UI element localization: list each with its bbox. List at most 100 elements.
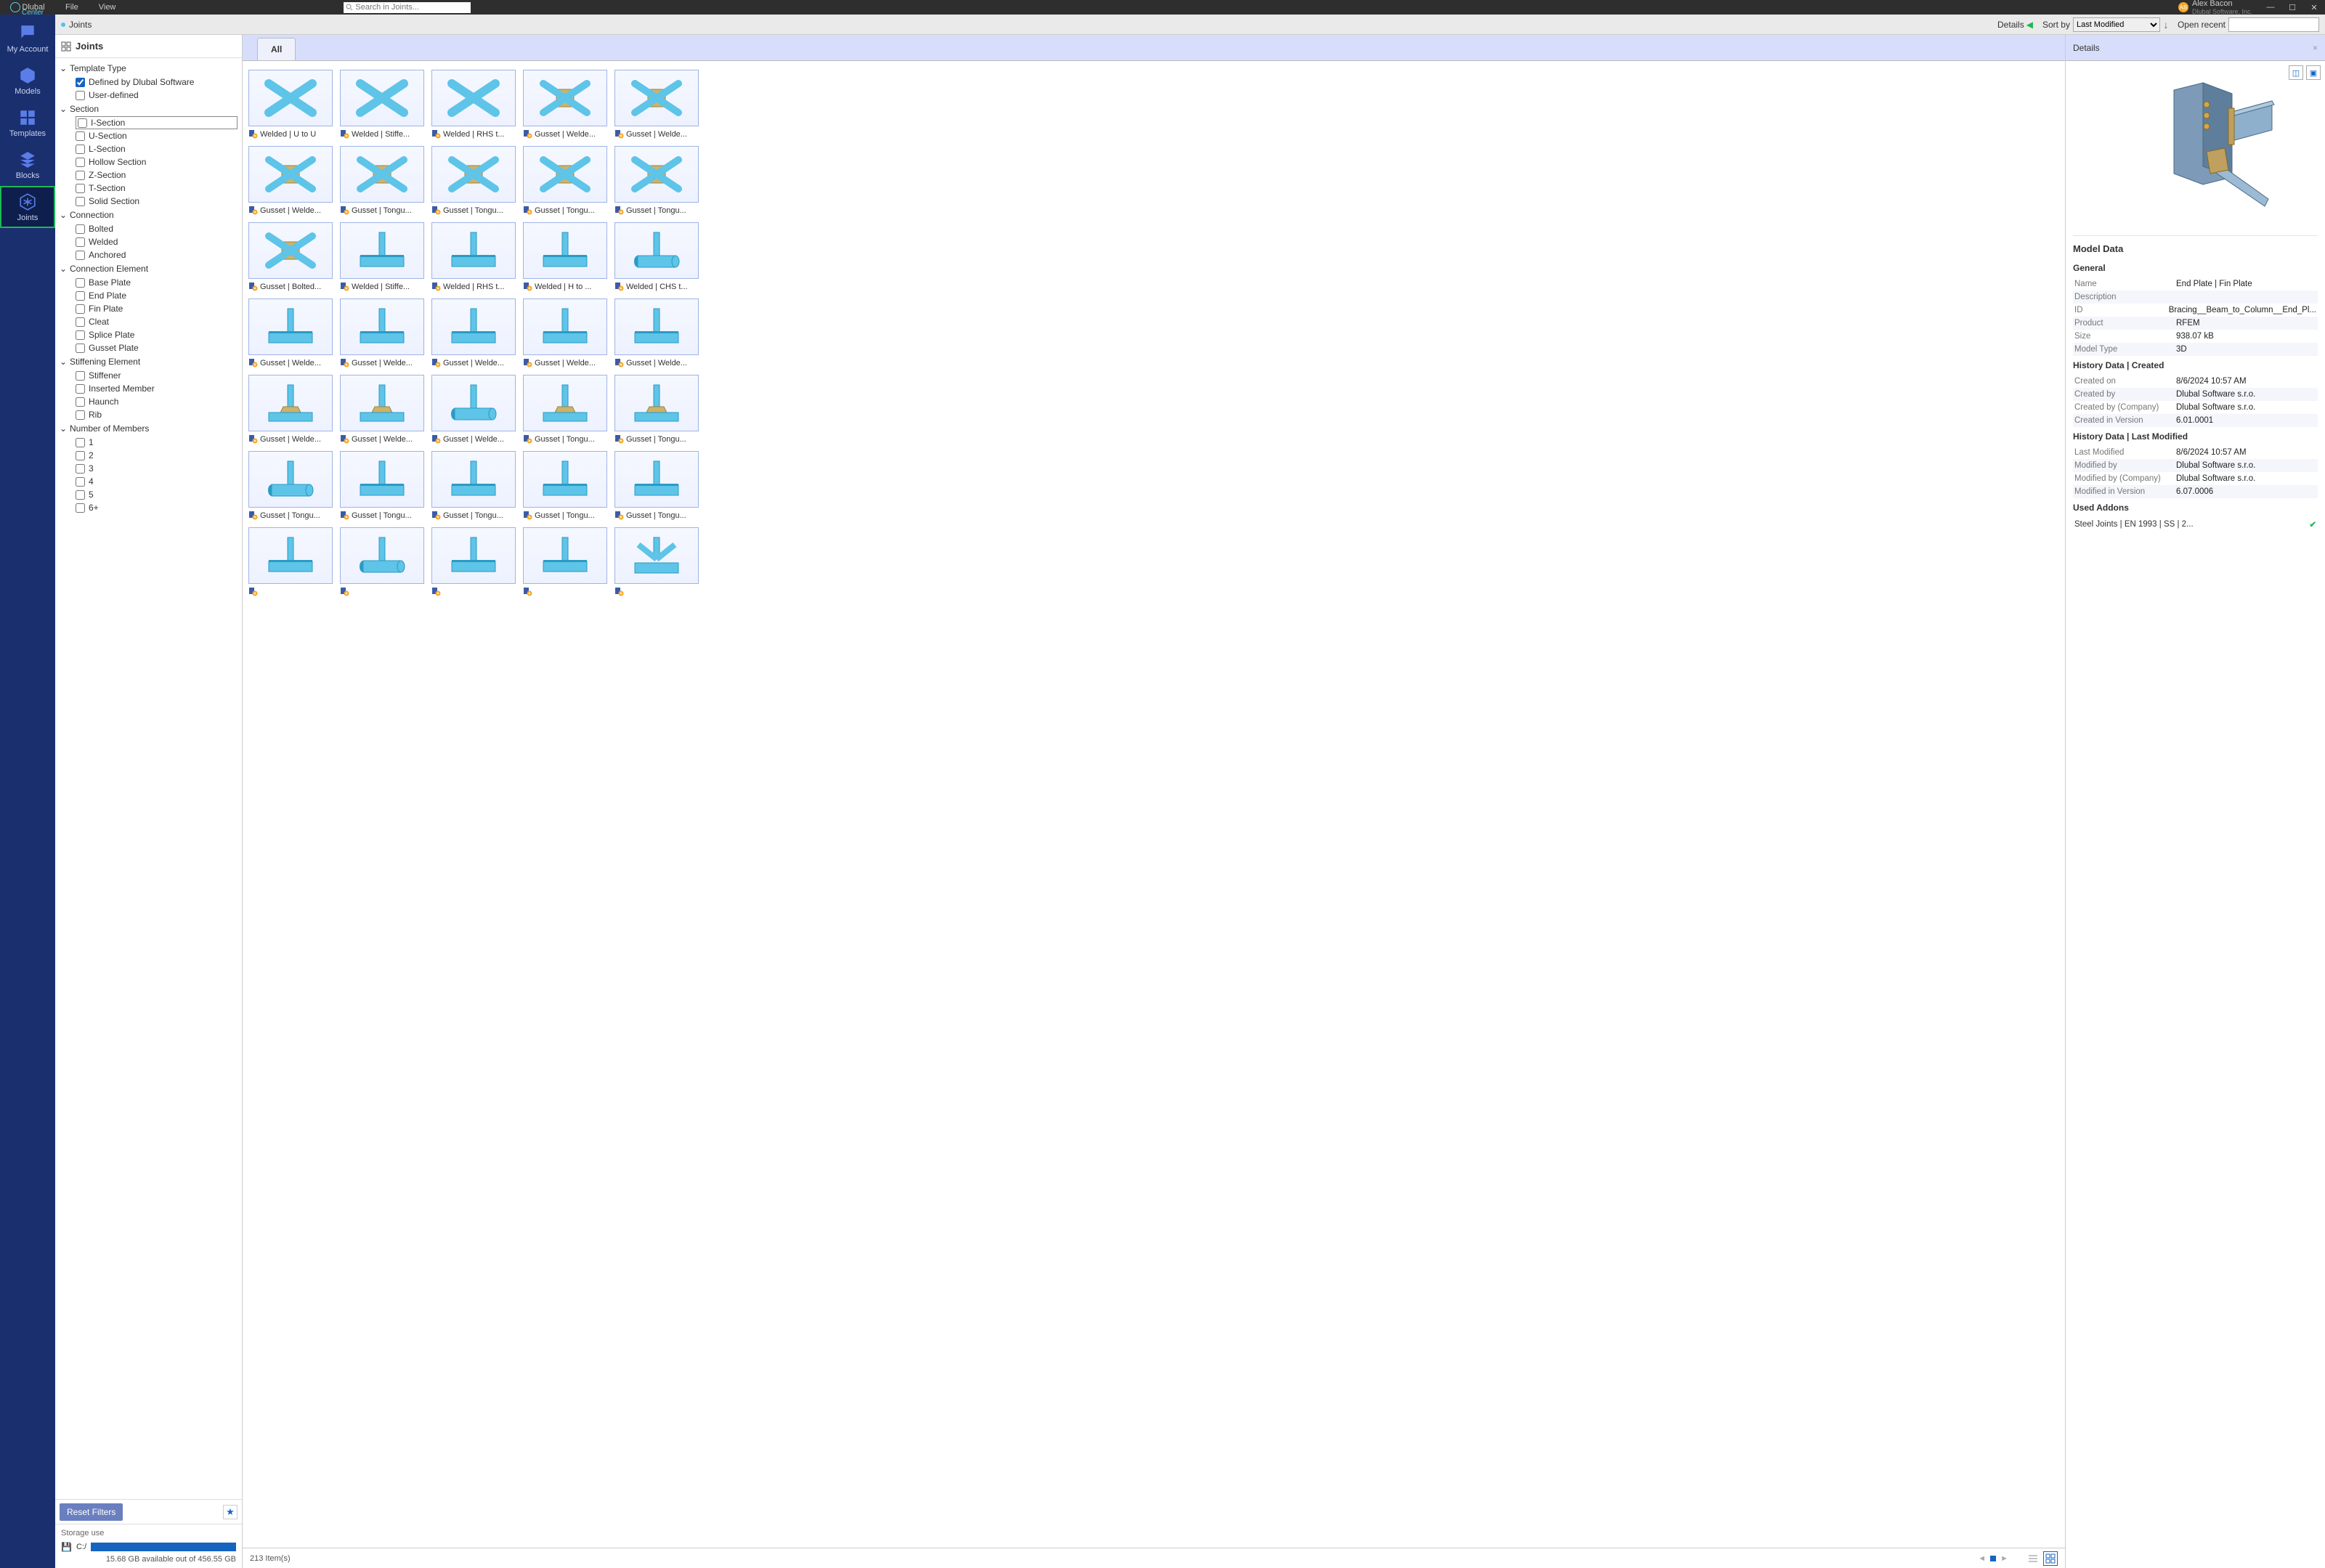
checkbox[interactable] — [76, 438, 85, 447]
checkbox[interactable] — [76, 237, 85, 247]
filter-option[interactable]: 3 — [76, 462, 238, 475]
checkbox[interactable] — [76, 464, 85, 474]
filter-option[interactable]: I-Section — [76, 116, 238, 129]
checkbox[interactable] — [76, 171, 85, 180]
filter-option[interactable]: Splice Plate — [76, 328, 238, 341]
checkbox[interactable] — [76, 317, 85, 327]
user-area[interactable]: AB Alex Bacon Dlubal Software, Inc. — [2178, 0, 2252, 15]
gallery-item[interactable]: Gusset | Tongu... — [248, 451, 333, 520]
gallery-item[interactable]: Gusset | Welde... — [614, 298, 699, 367]
checkbox[interactable] — [76, 78, 85, 87]
pager-dot[interactable] — [1990, 1556, 1996, 1561]
menu-view[interactable]: View — [89, 3, 126, 12]
reset-filters-button[interactable]: Reset Filters — [60, 1503, 123, 1521]
checkbox[interactable] — [76, 131, 85, 141]
checkbox[interactable] — [76, 410, 85, 420]
maximize-button[interactable]: ☐ — [2281, 3, 2303, 12]
tab-all[interactable]: All — [257, 38, 296, 60]
filter-option[interactable]: 2 — [76, 449, 238, 462]
filter-option[interactable]: Base Plate — [76, 276, 238, 289]
gallery-item[interactable]: Gusset | Tongu... — [431, 451, 516, 520]
checkbox[interactable] — [78, 118, 87, 128]
close-details-button[interactable]: × — [2313, 43, 2318, 53]
checkbox[interactable] — [76, 344, 85, 353]
favorite-button[interactable]: ★ — [223, 1505, 238, 1519]
checkbox[interactable] — [76, 91, 85, 100]
checkbox[interactable] — [76, 330, 85, 340]
gallery-item[interactable]: Gusset | Welde... — [248, 375, 333, 444]
sidebar-item-blocks[interactable]: Blocks — [0, 144, 55, 186]
gallery-item[interactable]: Gusset | Tongu... — [614, 451, 699, 520]
gallery-item[interactable]: Gusset | Tongu... — [614, 375, 699, 444]
filter-option[interactable]: Gusset Plate — [76, 341, 238, 354]
checkbox[interactable] — [76, 291, 85, 301]
checkbox[interactable] — [76, 224, 85, 234]
checkbox[interactable] — [76, 251, 85, 260]
filter-option[interactable]: 1 — [76, 436, 238, 449]
checkbox[interactable] — [76, 384, 85, 394]
view-list-button[interactable] — [2026, 1551, 2040, 1566]
gallery-item[interactable]: Gusset | Welde... — [248, 146, 333, 215]
open-recent-input[interactable] — [2228, 17, 2319, 32]
filter-option[interactable]: 4 — [76, 475, 238, 488]
gallery-item[interactable]: Gusset | Welde... — [614, 70, 699, 139]
checkbox[interactable] — [76, 451, 85, 460]
filter-option[interactable]: Welded — [76, 235, 238, 248]
filter-option[interactable]: Stiffener — [76, 369, 238, 382]
filter-option[interactable]: Anchored — [76, 248, 238, 261]
gallery-item[interactable]: Gusset | Welde... — [431, 375, 516, 444]
preview-3d-button[interactable]: ◫ — [2289, 65, 2303, 80]
pager-prev-icon[interactable]: ◄ — [1978, 1554, 1986, 1563]
pager-next-icon[interactable]: ► — [2000, 1554, 2008, 1563]
preview-image-button[interactable]: ▣ — [2306, 65, 2321, 80]
filter-option[interactable]: T-Section — [76, 182, 238, 195]
sidebar-item-models[interactable]: Models — [0, 60, 55, 102]
checkbox[interactable] — [76, 397, 85, 407]
gallery-item[interactable]: Welded | Stiffe... — [340, 222, 424, 291]
filter-option[interactable]: 5 — [76, 488, 238, 501]
gallery-item[interactable]: Gusset | Tongu... — [431, 146, 516, 215]
checkbox[interactable] — [76, 158, 85, 167]
menu-file[interactable]: File — [55, 3, 89, 12]
view-grid-button[interactable] — [2043, 1551, 2058, 1566]
checkbox[interactable] — [76, 490, 85, 500]
filter-option[interactable]: 6+ — [76, 501, 238, 514]
filter-option[interactable]: Defined by Dlubal Software — [76, 76, 238, 89]
gallery-item[interactable]: Gusset | Tongu... — [523, 451, 607, 520]
gallery-item[interactable]: Welded | H to ... — [523, 222, 607, 291]
details-toggle-button[interactable]: Details ◀ — [1992, 17, 2038, 32]
gallery-item[interactable]: Gusset | Tongu... — [340, 451, 424, 520]
filter-option[interactable]: Rib — [76, 408, 238, 421]
filter-group-connection-element[interactable]: ⌄Connection Element — [60, 261, 238, 276]
sidebar-item-joints[interactable]: Joints — [0, 186, 55, 228]
gallery-item[interactable] — [340, 527, 424, 596]
filter-option[interactable]: Haunch — [76, 395, 238, 408]
gallery-item[interactable] — [248, 527, 333, 596]
gallery-item[interactable]: Gusset | Welde... — [431, 298, 516, 367]
checkbox[interactable] — [76, 197, 85, 206]
minimize-button[interactable]: — — [2260, 3, 2281, 12]
gallery-item[interactable]: Welded | Stiffe... — [340, 70, 424, 139]
checkbox[interactable] — [76, 371, 85, 381]
gallery-item[interactable]: Welded | RHS t... — [431, 222, 516, 291]
filter-option[interactable]: Bolted — [76, 222, 238, 235]
sort-direction-button[interactable]: ↓ — [2160, 19, 2172, 31]
checkbox[interactable] — [76, 184, 85, 193]
gallery-item[interactable] — [523, 527, 607, 596]
gallery-item[interactable]: Gusset | Welde... — [523, 298, 607, 367]
gallery-item[interactable]: Gusset | Tongu... — [340, 146, 424, 215]
close-button[interactable]: ✕ — [2303, 3, 2325, 12]
gallery-item[interactable]: Gusset | Tongu... — [523, 375, 607, 444]
filter-option[interactable]: Inserted Member — [76, 382, 238, 395]
filter-option[interactable]: Z-Section — [76, 168, 238, 182]
gallery-item[interactable]: Gusset | Welde... — [248, 298, 333, 367]
filter-group-number-of-members[interactable]: ⌄Number of Members — [60, 421, 238, 436]
filter-group-template-type[interactable]: ⌄Template Type — [60, 61, 238, 76]
checkbox[interactable] — [76, 503, 85, 513]
gallery-item[interactable]: Gusset | Tongu... — [523, 146, 607, 215]
filter-option[interactable]: User-defined — [76, 89, 238, 102]
checkbox[interactable] — [76, 304, 85, 314]
gallery-item[interactable]: Gusset | Welde... — [523, 70, 607, 139]
gallery-item[interactable] — [431, 527, 516, 596]
sidebar-item-templates[interactable]: Templates — [0, 102, 55, 144]
